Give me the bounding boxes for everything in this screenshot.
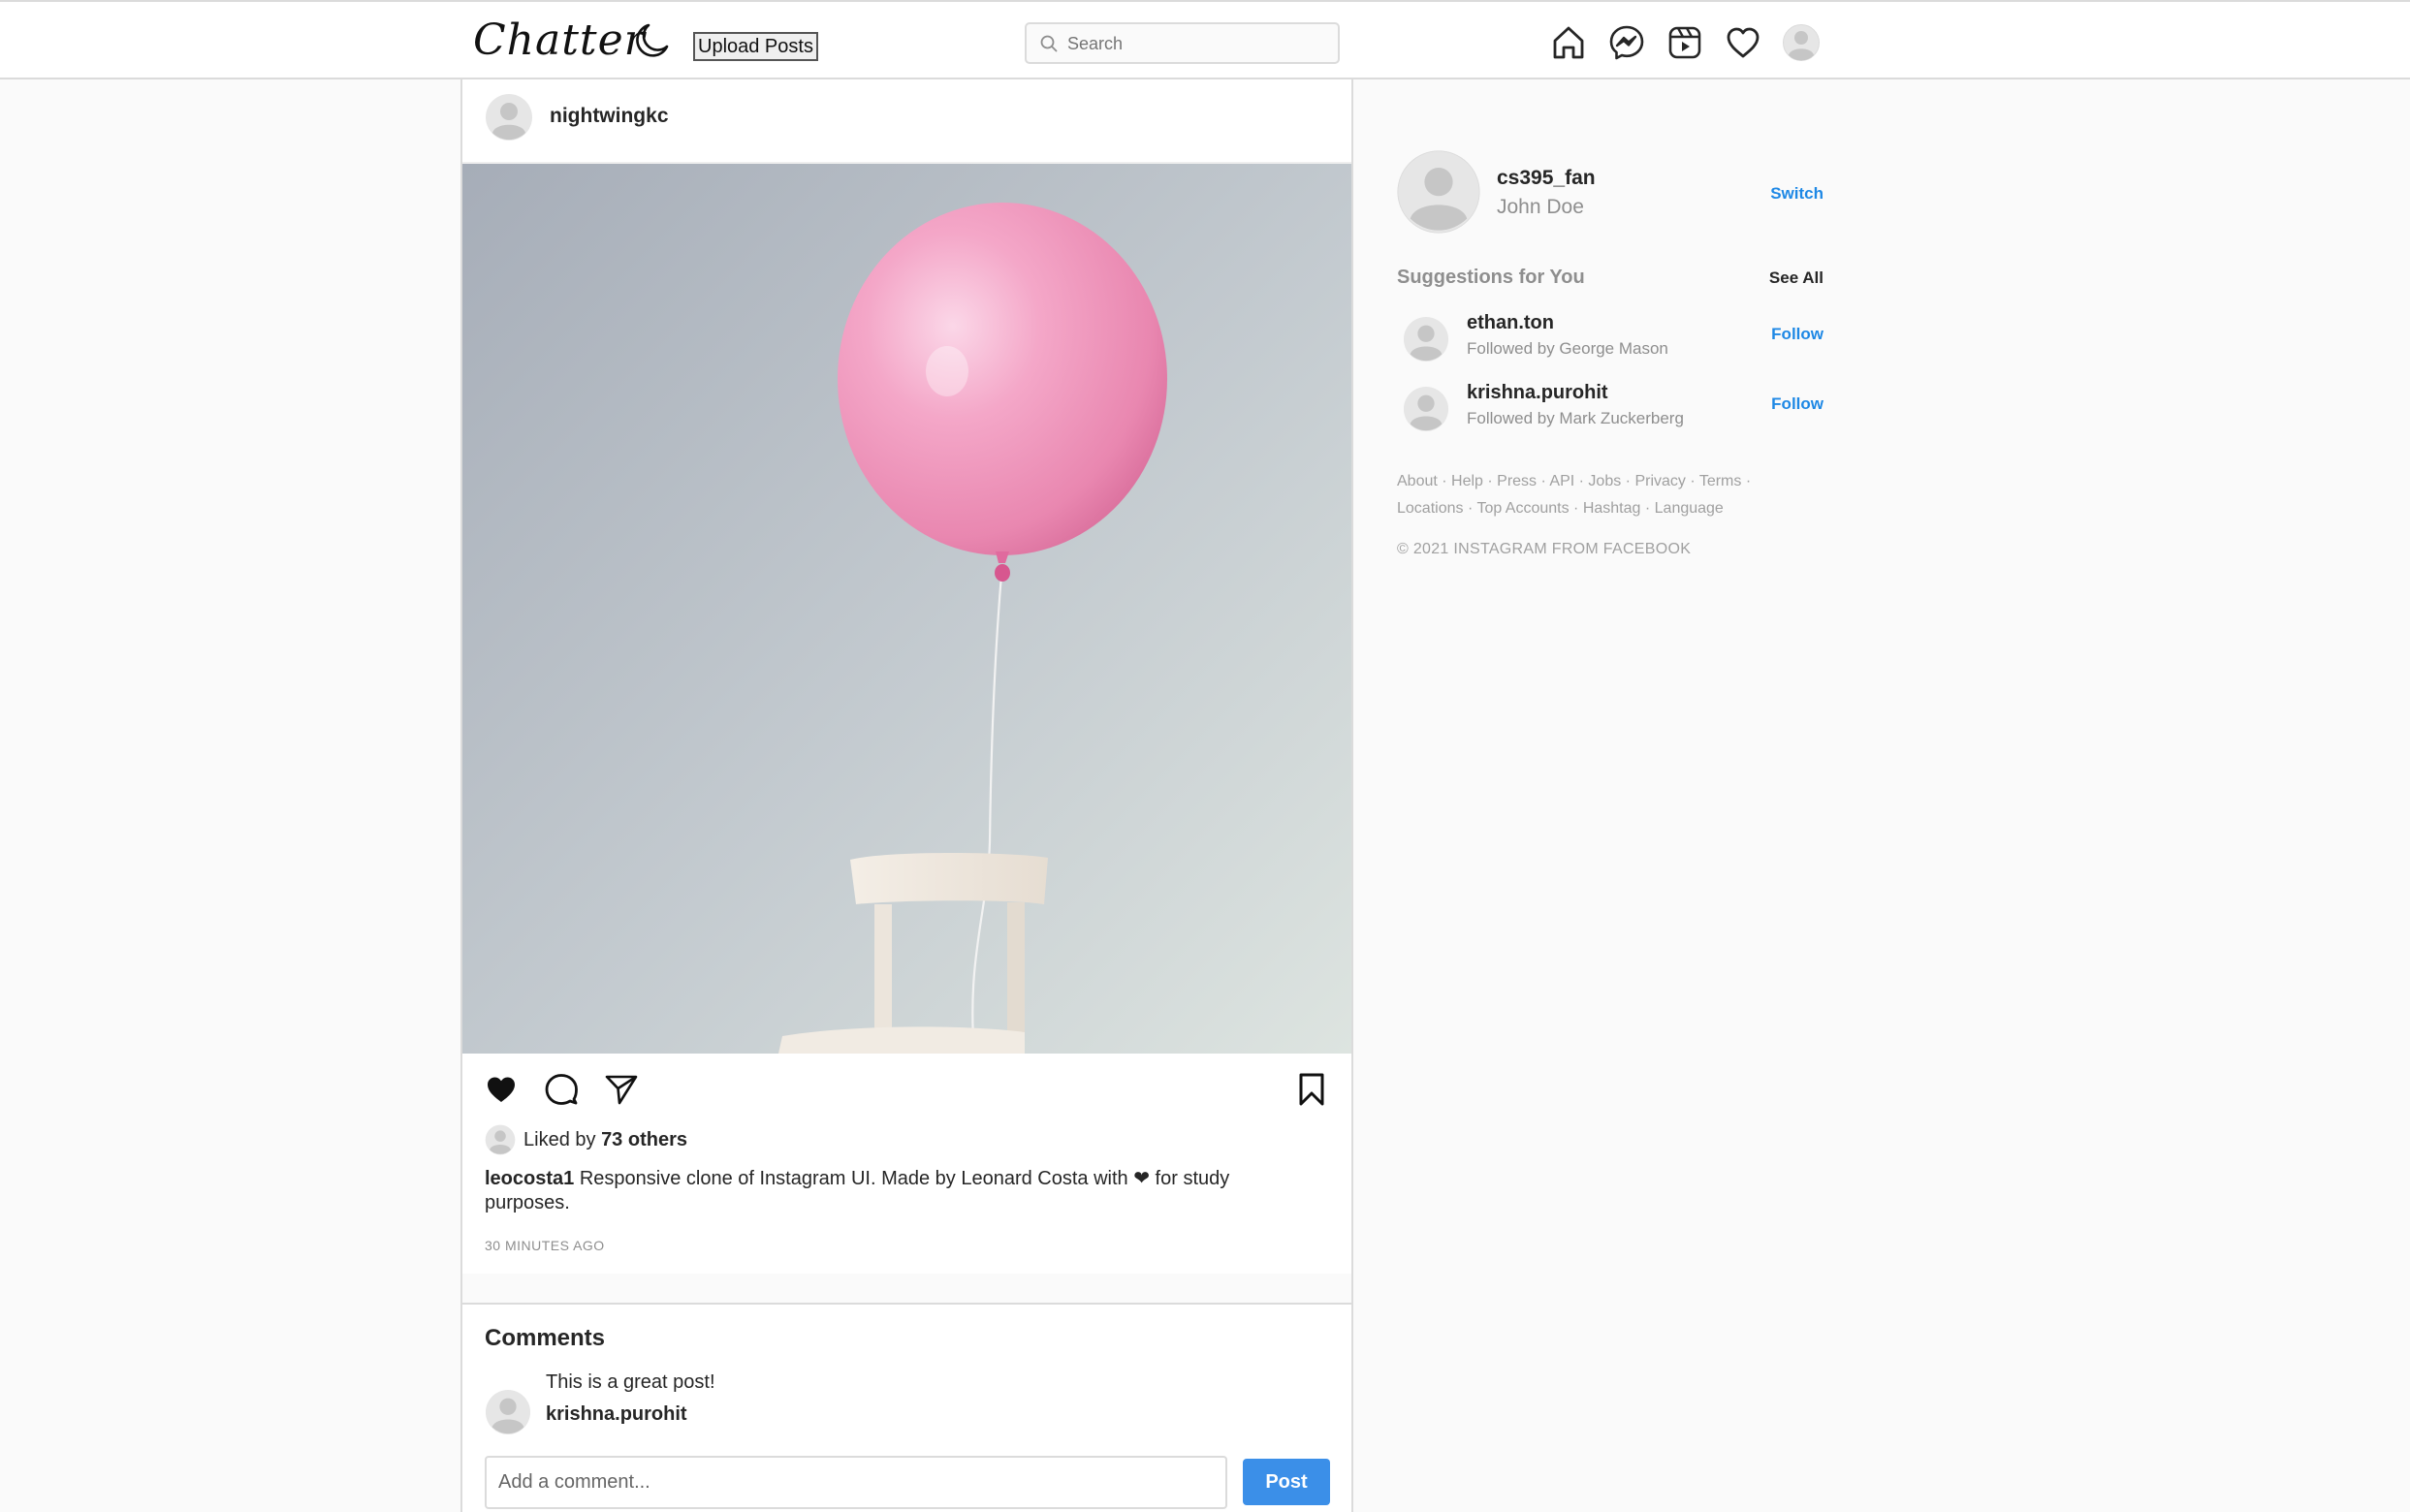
footer-link-help[interactable]: Help <box>1451 473 1483 489</box>
footer-link-privacy[interactable]: Privacy <box>1634 473 1685 489</box>
post-author-username[interactable]: nightwingkc <box>550 105 669 128</box>
add-comment-input[interactable] <box>485 1456 1227 1509</box>
comments-heading: Comments <box>485 1325 606 1351</box>
like-heart-icon[interactable] <box>484 1072 519 1107</box>
post-timestamp: 30 MINUTES AGO <box>485 1238 605 1253</box>
section-divider <box>462 1274 1351 1305</box>
likes-count[interactable]: 73 others <box>601 1129 687 1150</box>
suggestion-username[interactable]: ethan.ton <box>1467 312 1554 334</box>
post-card: nightwingkc Liked by 73 others leocosta1… <box>460 79 1353 1512</box>
copyright-text: © 2021 INSTAGRAM FROM FACEBOOK <box>1397 541 1692 557</box>
caption-username[interactable]: leocosta1 <box>485 1168 574 1189</box>
likes-prefix: Liked by <box>523 1129 602 1150</box>
suggestion-avatar[interactable] <box>1403 316 1449 362</box>
suggestions-heading: Suggestions for You <box>1397 267 1585 288</box>
suggestion-username[interactable]: krishna.purohit <box>1467 382 1608 404</box>
author-avatar[interactable] <box>485 93 533 142</box>
suggestion-followed-by: Followed by Mark Zuckerberg <box>1467 409 1684 427</box>
footer-link-locations[interactable]: Locations <box>1397 500 1464 517</box>
reels-icon[interactable] <box>1665 23 1704 62</box>
comment-icon[interactable] <box>544 1072 579 1107</box>
heart-icon[interactable] <box>1724 23 1762 62</box>
suggestion-followed-by: Followed by George Mason <box>1467 339 1668 358</box>
search-icon <box>1040 35 1058 52</box>
footer-link-api[interactable]: API <box>1549 473 1574 489</box>
messenger-icon[interactable] <box>1607 23 1646 62</box>
post-photo[interactable] <box>462 164 1351 1054</box>
profile-avatar[interactable] <box>1782 23 1821 62</box>
post-caption: leocosta1 Responsive clone of Instagram … <box>485 1167 1318 1215</box>
app-logo[interactable]: Chatter <box>473 16 646 65</box>
suggestion-item: ethan.ton Followed by George Mason Follo… <box>1397 310 1823 364</box>
footer-link-language[interactable]: Language <box>1655 500 1724 517</box>
caption-text: Responsive clone of Instagram UI. Made b… <box>485 1168 1230 1213</box>
suggestion-avatar[interactable] <box>1403 386 1449 432</box>
footer-link-jobs[interactable]: Jobs <box>1588 473 1621 489</box>
switch-account-link[interactable]: Switch <box>1770 184 1823 204</box>
footer-link-terms[interactable]: Terms <box>1699 473 1742 489</box>
post-header: nightwingkc <box>462 79 1351 164</box>
comment-username[interactable]: krishna.purohit <box>546 1403 687 1426</box>
comment-text: This is a great post! <box>546 1371 715 1393</box>
commenter-avatar[interactable] <box>485 1389 531 1435</box>
post-comment-button[interactable]: Post <box>1243 1459 1330 1505</box>
comment-item: This is a great post! krishna.purohit <box>485 1371 1318 1439</box>
follow-button[interactable]: Follow <box>1771 394 1823 414</box>
likes-text[interactable]: Liked by 73 others <box>523 1129 687 1151</box>
see-all-link[interactable]: See All <box>1769 268 1823 288</box>
footer-link-about[interactable]: About <box>1397 473 1438 489</box>
upload-posts-button[interactable]: Upload Posts <box>693 32 818 61</box>
top-navbar: Chatter Upload Posts <box>0 0 2410 79</box>
footer-link-press[interactable]: Press <box>1497 473 1537 489</box>
footer-link-hashtag[interactable]: Hashtag <box>1583 500 1641 517</box>
home-icon[interactable] <box>1549 23 1588 62</box>
search-box[interactable] <box>1025 22 1340 64</box>
post-actions <box>462 1054 1351 1121</box>
moon-icon[interactable] <box>632 21 671 60</box>
suggestion-item: krishna.purohit Followed by Mark Zuckerb… <box>1397 380 1823 434</box>
current-fullname: John Doe <box>1497 196 1584 218</box>
current-username[interactable]: cs395_fan <box>1497 167 1596 190</box>
liker-avatar[interactable] <box>485 1124 516 1155</box>
bookmark-icon[interactable] <box>1294 1072 1329 1107</box>
current-user-avatar[interactable] <box>1397 150 1480 234</box>
follow-button[interactable]: Follow <box>1771 325 1823 344</box>
footer-links: About · Help · Press · API · Jobs · Priv… <box>1397 473 1752 517</box>
search-input[interactable] <box>1067 31 1329 56</box>
footer-link-top-accounts[interactable]: Top Accounts <box>1476 500 1569 517</box>
share-icon[interactable] <box>604 1072 639 1107</box>
